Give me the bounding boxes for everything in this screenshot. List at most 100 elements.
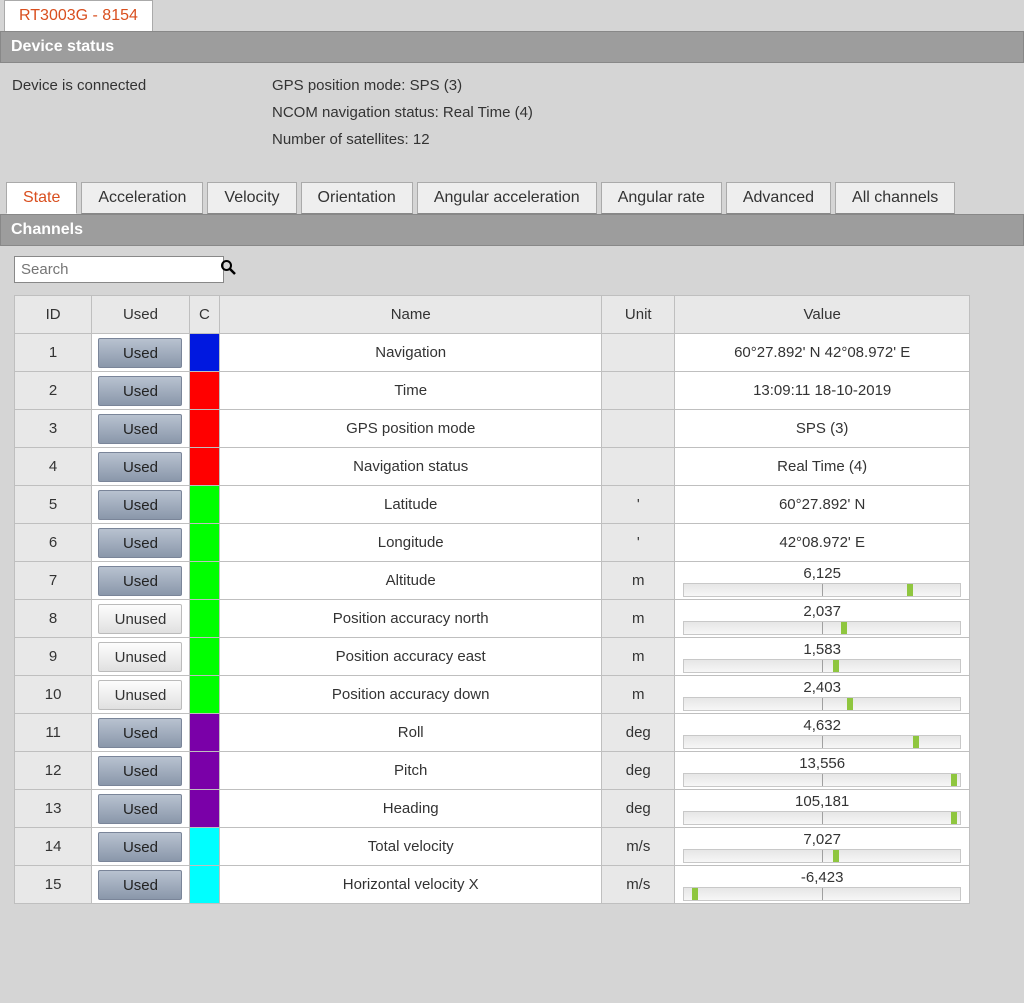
- cell-color[interactable]: [189, 448, 219, 486]
- col-header-used[interactable]: Used: [92, 296, 190, 334]
- cell-unit: ': [602, 486, 675, 524]
- cell-color[interactable]: [189, 524, 219, 562]
- unused-badge[interactable]: Unused: [98, 680, 182, 710]
- value-text: 105,181: [681, 792, 963, 811]
- cell-unit: [602, 410, 675, 448]
- cell-unit: m: [602, 562, 675, 600]
- tab-advanced[interactable]: Advanced: [726, 182, 831, 214]
- cell-color[interactable]: [189, 562, 219, 600]
- cell-color[interactable]: [189, 410, 219, 448]
- cell-used[interactable]: Unused: [92, 676, 190, 714]
- value-bar: [683, 583, 961, 597]
- cell-color[interactable]: [189, 676, 219, 714]
- cell-used[interactable]: Used: [92, 372, 190, 410]
- table-row[interactable]: 8UnusedPosition accuracy northm2,037: [15, 600, 970, 638]
- tabs-row: StateAccelerationVelocityOrientationAngu…: [0, 182, 1024, 214]
- table-row[interactable]: 9UnusedPosition accuracy eastm1,583: [15, 638, 970, 676]
- tab-all-channels[interactable]: All channels: [835, 182, 955, 214]
- cell-unit: m/s: [602, 866, 675, 904]
- used-badge[interactable]: Used: [98, 452, 182, 482]
- search-icon[interactable]: [220, 259, 236, 280]
- cell-id: 1: [15, 334, 92, 372]
- cell-color[interactable]: [189, 486, 219, 524]
- cell-id: 3: [15, 410, 92, 448]
- used-badge[interactable]: Used: [98, 794, 182, 824]
- cell-used[interactable]: Used: [92, 562, 190, 600]
- cell-used[interactable]: Unused: [92, 600, 190, 638]
- cell-color[interactable]: [189, 790, 219, 828]
- cell-used[interactable]: Used: [92, 752, 190, 790]
- table-row[interactable]: 12UsedPitchdeg13,556: [15, 752, 970, 790]
- color-swatch: [190, 828, 219, 865]
- used-badge[interactable]: Used: [98, 414, 182, 444]
- table-row[interactable]: 2UsedTime13:09:11 18-10-2019: [15, 372, 970, 410]
- used-badge[interactable]: Used: [98, 376, 182, 406]
- cell-color[interactable]: [189, 714, 219, 752]
- table-row[interactable]: 15UsedHorizontal velocity Xm/s-6,423: [15, 866, 970, 904]
- cell-color[interactable]: [189, 334, 219, 372]
- used-badge[interactable]: Used: [98, 338, 182, 368]
- used-badge[interactable]: Used: [98, 718, 182, 748]
- value-bar: [683, 773, 961, 787]
- tab-velocity[interactable]: Velocity: [207, 182, 296, 214]
- cell-used[interactable]: Used: [92, 714, 190, 752]
- table-row[interactable]: 3UsedGPS position modeSPS (3): [15, 410, 970, 448]
- table-row[interactable]: 6UsedLongitude'42°08.972' E: [15, 524, 970, 562]
- used-badge[interactable]: Used: [98, 566, 182, 596]
- cell-color[interactable]: [189, 866, 219, 904]
- used-badge[interactable]: Used: [98, 832, 182, 862]
- used-badge[interactable]: Used: [98, 528, 182, 558]
- used-badge[interactable]: Used: [98, 756, 182, 786]
- search-box[interactable]: [14, 256, 224, 283]
- cell-id: 5: [15, 486, 92, 524]
- col-header-unit[interactable]: Unit: [602, 296, 675, 334]
- table-row[interactable]: 13UsedHeadingdeg105,181: [15, 790, 970, 828]
- tab-angular-rate[interactable]: Angular rate: [601, 182, 722, 214]
- cell-color[interactable]: [189, 600, 219, 638]
- cell-id: 12: [15, 752, 92, 790]
- used-badge[interactable]: Used: [98, 870, 182, 900]
- cell-used[interactable]: Used: [92, 866, 190, 904]
- col-header-color[interactable]: C: [189, 296, 219, 334]
- cell-used[interactable]: Used: [92, 334, 190, 372]
- table-row[interactable]: 7UsedAltitudem6,125: [15, 562, 970, 600]
- unused-badge[interactable]: Unused: [98, 604, 182, 634]
- cell-id: 4: [15, 448, 92, 486]
- unused-badge[interactable]: Unused: [98, 642, 182, 672]
- device-tab[interactable]: RT3003G - 8154: [4, 0, 153, 31]
- cell-value: 2,037: [675, 600, 970, 638]
- cell-used[interactable]: Unused: [92, 638, 190, 676]
- table-row[interactable]: 4UsedNavigation statusReal Time (4): [15, 448, 970, 486]
- used-badge[interactable]: Used: [98, 490, 182, 520]
- cell-used[interactable]: Used: [92, 524, 190, 562]
- cell-value: 105,181: [675, 790, 970, 828]
- cell-used[interactable]: Used: [92, 790, 190, 828]
- col-header-name[interactable]: Name: [220, 296, 602, 334]
- tab-state[interactable]: State: [6, 182, 77, 214]
- tab-orientation[interactable]: Orientation: [301, 182, 413, 214]
- col-header-id[interactable]: ID: [15, 296, 92, 334]
- cell-color[interactable]: [189, 752, 219, 790]
- table-row[interactable]: 1UsedNavigation60°27.892' N 42°08.972' E: [15, 334, 970, 372]
- search-input[interactable]: [21, 261, 220, 278]
- table-row[interactable]: 14UsedTotal velocitym/s7,027: [15, 828, 970, 866]
- cell-used[interactable]: Used: [92, 486, 190, 524]
- cell-value: 7,027: [675, 828, 970, 866]
- table-row[interactable]: 11UsedRolldeg4,632: [15, 714, 970, 752]
- cell-used[interactable]: Used: [92, 410, 190, 448]
- cell-id: 14: [15, 828, 92, 866]
- cell-used[interactable]: Used: [92, 448, 190, 486]
- tab-angular-acceleration[interactable]: Angular acceleration: [417, 182, 597, 214]
- col-header-value[interactable]: Value: [675, 296, 970, 334]
- cell-value: 13:09:11 18-10-2019: [675, 372, 970, 410]
- color-swatch: [190, 372, 219, 409]
- cell-color[interactable]: [189, 828, 219, 866]
- cell-name: Position accuracy north: [220, 600, 602, 638]
- cell-used[interactable]: Used: [92, 828, 190, 866]
- cell-color[interactable]: [189, 638, 219, 676]
- table-row[interactable]: 5UsedLatitude'60°27.892' N: [15, 486, 970, 524]
- cell-color[interactable]: [189, 372, 219, 410]
- device-status-body: Device is connected GPS position mode: S…: [0, 63, 1024, 182]
- table-row[interactable]: 10UnusedPosition accuracy downm2,403: [15, 676, 970, 714]
- tab-acceleration[interactable]: Acceleration: [81, 182, 203, 214]
